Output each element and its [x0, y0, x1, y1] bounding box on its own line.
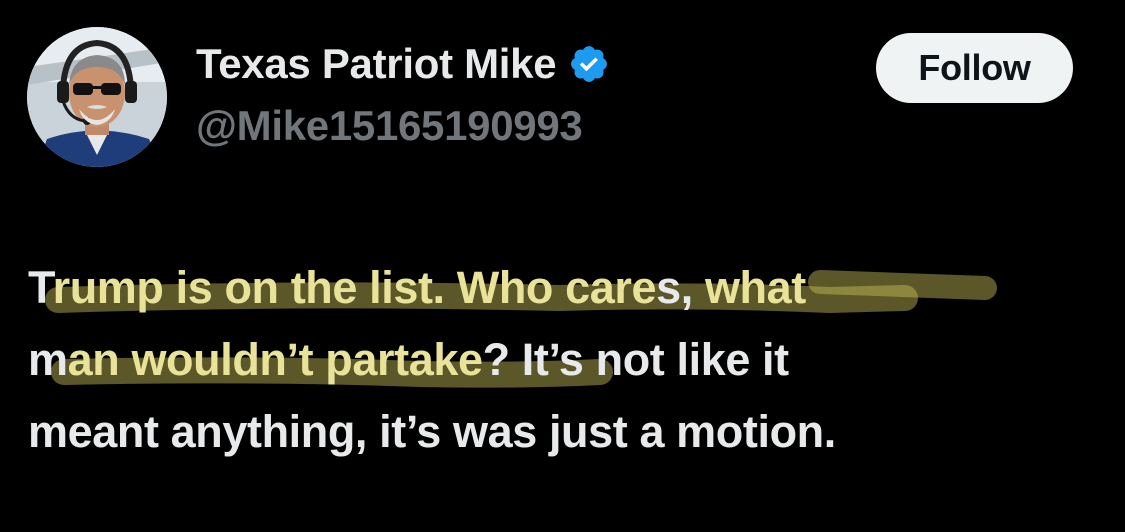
follow-button[interactable]: Follow [876, 33, 1073, 103]
tweet-line-2: man wouldn’t partake? It’s not like it [28, 324, 1088, 396]
author-display-name[interactable]: Texas Patriot Mike [196, 40, 557, 88]
tweet-text: Trump is on the list. Who cares, what ma… [28, 252, 1088, 468]
avatar[interactable] [27, 27, 167, 167]
tweet-line-1: Trump is on the list. Who cares, what [28, 252, 1088, 324]
tweet-card: Texas Patriot Mike @Mike15165190993 Foll… [0, 0, 1125, 532]
avatar-photo [27, 27, 167, 167]
highlighted-text: an wouldn’t partake [67, 334, 483, 385]
tweet-line-3: meant anything, it’s was just a motion. [28, 406, 836, 457]
author-name-row[interactable]: Texas Patriot Mike [196, 40, 610, 88]
highlighted-text: rump is on the list. Who care [52, 262, 657, 313]
verified-badge-icon[interactable] [568, 43, 610, 85]
author-handle[interactable]: @Mike15165190993 [196, 102, 583, 150]
highlighted-text: what [704, 262, 806, 313]
tweet-line-1-mid: s, [656, 262, 705, 313]
tweet-line-2-start: m [28, 334, 68, 385]
tweet-line-2-end: ? It’s not like it [482, 334, 790, 385]
tweet-line-1-start: T [28, 262, 53, 313]
